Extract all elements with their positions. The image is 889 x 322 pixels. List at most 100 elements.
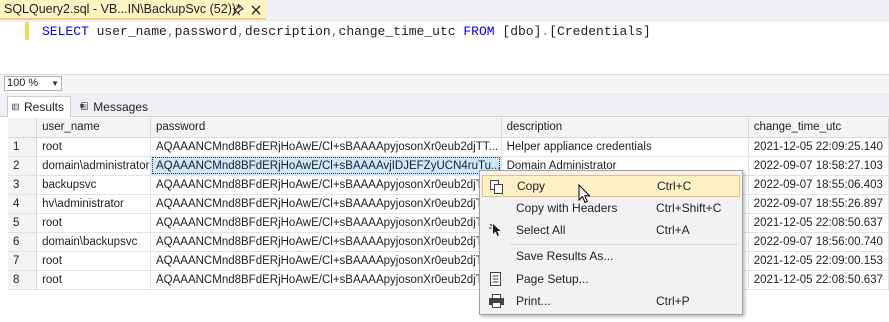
context-menu: Copy Ctrl+C Copy with Headers Ctrl+Shift…: [479, 170, 743, 315]
zoom-dropdown[interactable]: 100 % ▼: [4, 76, 62, 91]
cell-change-time-utc[interactable]: 2022-09-07 18:55:06.403: [748, 175, 889, 195]
schema-name: [dbo]: [502, 24, 542, 39]
query-editor[interactable]: SELECT user_name,password,description,ch…: [0, 22, 889, 74]
cell-change-time-utc[interactable]: 2021-12-05 22:09:25.140: [748, 137, 889, 157]
table-name: [Credentials]: [549, 24, 651, 39]
cell-password[interactable]: AQAAANCMnd8BFdERjHoAwE/Cl+sBAAAApyjosonX…: [150, 194, 502, 214]
query-document-title: SQLQuery2.sql - VB...IN\BackupSvc (52))*: [4, 2, 241, 16]
comma: ,: [330, 24, 339, 39]
query-document-tab[interactable]: SQLQuery2.sql - VB...IN\BackupSvc (52))*: [0, 0, 266, 20]
cell-user-name[interactable]: root: [36, 251, 151, 271]
tab-results[interactable]: Results: [7, 96, 71, 117]
menu-item-shortcut: Ctrl+A: [656, 223, 690, 237]
cell-user-name[interactable]: root: [36, 137, 151, 157]
cell-user-name[interactable]: root: [36, 213, 151, 233]
result-tabs: Results Messages: [0, 93, 889, 117]
column-header-change-time-utc[interactable]: change_time_utc: [748, 118, 889, 138]
table-row[interactable]: 1 root AQAAANCMnd8BFdERjHoAwE/Cl+sBAAAAp…: [8, 137, 889, 157]
keyword-select: SELECT: [42, 24, 89, 39]
menu-item-label: Print...: [516, 294, 551, 308]
menu-item-label: Copy: [517, 179, 546, 193]
cell-user-name[interactable]: backupsvc: [36, 175, 151, 195]
cell-user-name[interactable]: hv\administrator: [36, 194, 151, 214]
column-user-name: user_name: [96, 24, 167, 39]
cell-change-time-utc[interactable]: 2022-09-07 18:55:26.897: [748, 194, 889, 214]
column-header-user-name[interactable]: user_name: [36, 118, 151, 138]
cell-user-name[interactable]: root: [36, 270, 151, 290]
cell-change-time-utc[interactable]: 2022-09-07 18:56:00.740: [748, 232, 889, 252]
zoom-bar: 100 % ▼: [0, 74, 889, 92]
menu-item-copy[interactable]: Copy Ctrl+C: [482, 175, 740, 197]
cell-password[interactable]: AQAAANCMnd8BFdERjHoAwE/Cl+sBAAAApyjosonX…: [150, 251, 502, 271]
cell-password[interactable]: AQAAANCMnd8BFdERjHoAwE/Cl+sBAAAApyjosonX…: [150, 213, 502, 233]
cell-password[interactable]: AQAAANCMnd8BFdERjHoAwE/Cl+sBAAAApyjosonX…: [150, 137, 502, 157]
cell-user-name[interactable]: domain\backupsvc: [36, 232, 151, 252]
cell-change-time-utc[interactable]: 2021-12-05 22:08:50.637: [748, 270, 889, 290]
table-row[interactable]: 3 backupsvc AQAAANCMnd8BFdERjHoAwE/Cl+sB…: [8, 175, 889, 195]
menu-item-shortcut: Ctrl+C: [657, 179, 692, 193]
close-icon[interactable]: [248, 2, 264, 18]
table-row[interactable]: 5 root AQAAANCMnd8BFdERjHoAwE/Cl+sBAAAAp…: [8, 213, 889, 233]
menu-item-label: Copy with Headers: [516, 201, 618, 215]
menu-item-page-setup[interactable]: Page Setup...: [482, 268, 740, 290]
table-row[interactable]: 2 domain\administrator AQAAANCMnd8BFdERj…: [8, 156, 889, 176]
table-row[interactable]: 4 hv\administrator AQAAANCMnd8BFdERjHoAw…: [8, 194, 889, 214]
cell-user-name[interactable]: domain\administrator: [36, 156, 151, 176]
menu-item-save-results-as[interactable]: Save Results As...: [482, 245, 740, 267]
sql-code-line[interactable]: SELECT user_name,password,description,ch…: [42, 24, 651, 39]
comma: ,: [237, 24, 245, 39]
print-icon: [488, 293, 504, 309]
row-number[interactable]: 1: [8, 137, 38, 157]
menu-item-label: Select All: [516, 223, 566, 237]
cell-description[interactable]: Helper appliance credentials: [501, 137, 749, 157]
row-number[interactable]: 4: [8, 194, 38, 214]
page-setup-icon: [488, 271, 504, 287]
menu-item-label: Save Results As...: [516, 249, 614, 263]
tab-messages[interactable]: Messages: [76, 96, 154, 117]
pin-icon[interactable]: [230, 2, 246, 18]
cell-password[interactable]: AQAAANCMnd8BFdERjHoAwE/Cl+sBAAAApyjosonX…: [150, 232, 502, 252]
row-number[interactable]: 3: [8, 175, 38, 195]
menu-item-shortcut: Ctrl+P: [656, 294, 690, 308]
select-all-icon: [488, 222, 504, 238]
row-number[interactable]: 5: [8, 213, 38, 233]
table-row[interactable]: 8 root AQAAANCMnd8BFdERjHoAwE/Cl+sBAAAAp…: [8, 270, 889, 290]
menu-item-select-all[interactable]: Select All Ctrl+A: [482, 219, 740, 241]
table-row[interactable]: 7 root AQAAANCMnd8BFdERjHoAwE/Cl+sBAAAAp…: [8, 251, 889, 271]
tab-results-label: Results: [23, 100, 64, 114]
results-grid[interactable]: user_name password description change_ti…: [8, 118, 889, 322]
keyword-from: FROM: [463, 24, 495, 39]
grid-icon: [12, 103, 19, 111]
zoom-value: 100 %: [7, 77, 39, 89]
comma: ,: [166, 24, 175, 39]
cell-password[interactable]: AQAAANCMnd8BFdERjHoAwE/Cl+sBAAAApyjosonX…: [150, 175, 502, 195]
document-tab-strip: SQLQuery2.sql - VB...IN\BackupSvc (52))*: [0, 0, 889, 22]
chevron-down-icon: ▼: [51, 79, 59, 88]
row-number[interactable]: 7: [8, 251, 38, 271]
cell-change-time-utc[interactable]: 2022-09-07 18:58:27.103: [748, 156, 889, 176]
menu-item-copy-with-headers[interactable]: Copy with Headers Ctrl+Shift+C: [482, 197, 740, 219]
mouse-pointer-icon: [578, 183, 591, 207]
column-header-description[interactable]: description: [501, 118, 749, 138]
column-header-password[interactable]: password: [150, 118, 502, 138]
table-row[interactable]: 6 domain\backupsvc AQAAANCMnd8BFdERjHoAw…: [8, 232, 889, 252]
row-number[interactable]: 2: [8, 156, 38, 176]
column-header-rownum[interactable]: [8, 118, 38, 138]
column-change-time-utc: change_time_utc: [338, 24, 456, 39]
messages-icon: [80, 102, 88, 111]
copy-icon: [489, 179, 505, 195]
tab-messages-label: Messages: [93, 99, 148, 114]
column-password: password: [174, 24, 238, 39]
cell-password[interactable]: AQAAANCMnd8BFdERjHoAwE/Cl+sBAAAApyjosonX…: [150, 270, 502, 290]
menu-item-print[interactable]: Print... Ctrl+P: [482, 290, 740, 312]
row-number[interactable]: 6: [8, 232, 38, 252]
row-number[interactable]: 8: [8, 270, 38, 290]
menu-item-label: Page Setup...: [516, 272, 589, 286]
menu-item-shortcut: Ctrl+Shift+C: [656, 201, 722, 215]
cell-change-time-utc[interactable]: 2021-12-05 22:09:00.153: [748, 251, 889, 271]
change-margin-indicator: [25, 22, 29, 40]
cell-password-selected[interactable]: AQAAANCMnd8BFdERjHoAwE/Cl+sBAAAAvjIDJEFZ…: [150, 156, 502, 176]
header-row: user_name password description change_ti…: [8, 118, 889, 138]
cell-change-time-utc[interactable]: 2021-12-05 22:08:50.637: [748, 213, 889, 233]
column-description: description: [244, 24, 331, 39]
